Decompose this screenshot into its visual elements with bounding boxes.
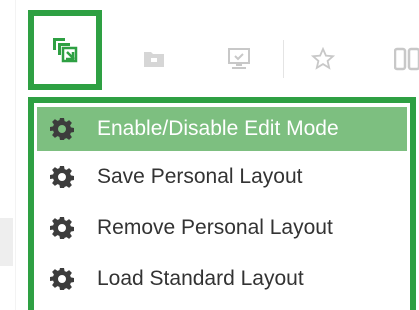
menu-item-label: Save Personal Layout bbox=[97, 164, 303, 188]
gear-icon bbox=[49, 116, 75, 142]
columns-icon[interactable] bbox=[394, 46, 419, 72]
gear-icon bbox=[49, 215, 75, 241]
menu-item-label: Remove Personal Layout bbox=[97, 215, 333, 239]
gear-icon bbox=[49, 266, 75, 292]
menu-item-load-standard-layout[interactable]: Load Standard Layout bbox=[34, 253, 410, 304]
menu-item-save-personal-layout[interactable]: Save Personal Layout bbox=[34, 151, 410, 202]
star-icon[interactable] bbox=[310, 46, 336, 72]
background-panel bbox=[0, 218, 13, 266]
layout-copy-icon bbox=[51, 36, 79, 64]
menu-item-label: Load Standard Layout bbox=[97, 266, 304, 290]
layout-dropdown-menu: Enable/Disable Edit Mode Save Personal L… bbox=[28, 97, 416, 310]
toolbar bbox=[105, 0, 419, 96]
menu-item-label: Enable/Disable Edit Mode bbox=[97, 117, 339, 140]
menu-item-remove-personal-layout[interactable]: Remove Personal Layout bbox=[34, 202, 410, 253]
layout-menu-button[interactable] bbox=[28, 10, 102, 90]
toolbar-divider bbox=[283, 40, 284, 78]
menu-item-enable-disable-edit-mode[interactable]: Enable/Disable Edit Mode bbox=[37, 107, 407, 151]
gear-icon bbox=[49, 164, 75, 190]
background-edge bbox=[15, 0, 16, 310]
folder-icon[interactable] bbox=[141, 46, 167, 72]
monitor-icon[interactable] bbox=[226, 46, 252, 72]
